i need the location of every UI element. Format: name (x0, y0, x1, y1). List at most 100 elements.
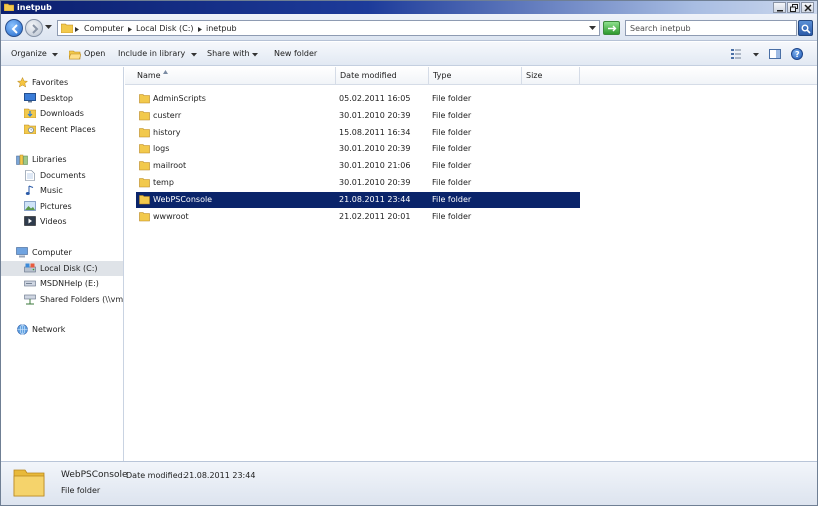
drive-icon (24, 280, 36, 287)
details-date-value: 21.08.2011 23:44 (184, 471, 256, 480)
address-field[interactable]: Computer Local Disk (C:) inetpub (57, 20, 600, 36)
nav-downloads[interactable]: Downloads (1, 106, 123, 121)
nav-network[interactable]: Network (1, 322, 123, 337)
nav-item-label: Music (40, 186, 63, 195)
file-row[interactable]: logs 30.01.2010 20:39 File folder (136, 141, 580, 157)
file-row[interactable]: mailroot 30.01.2010 21:06 File folder (136, 158, 580, 174)
network-icon (17, 324, 28, 335)
videos-icon (24, 216, 36, 226)
search-input[interactable]: Search inetpub (625, 20, 797, 36)
nav-shared-folders[interactable]: Shared Folders (\\vmw (1, 292, 123, 307)
file-row[interactable]: AdminScripts 05.02.2011 16:05 File folde… (136, 91, 580, 107)
share-with-button[interactable]: Share with (207, 47, 250, 61)
file-list[interactable]: Name Date modified Type Size AdminScript… (125, 67, 817, 461)
nav-videos[interactable]: Videos (1, 214, 123, 229)
chevron-down-icon[interactable] (252, 53, 258, 57)
restore-button[interactable] (787, 2, 800, 13)
music-icon (25, 185, 34, 195)
column-header-row: Name Date modified Type Size (125, 67, 817, 85)
forward-button[interactable] (25, 19, 43, 37)
nav-group-label: Network (32, 325, 66, 334)
file-row[interactable]: wwwroot 21.02.2011 20:01 File folder (136, 209, 580, 225)
refresh-button[interactable] (603, 21, 620, 35)
folder-icon (139, 128, 150, 138)
back-button[interactable] (5, 19, 23, 37)
file-name: AdminScripts (153, 94, 206, 103)
file-name: temp (153, 178, 174, 187)
minimize-icon (777, 10, 783, 12)
search-button[interactable] (798, 20, 813, 36)
nav-documents[interactable]: Documents (1, 168, 123, 183)
recent-places-icon (24, 124, 36, 134)
chevron-down-icon[interactable] (589, 26, 596, 31)
chevron-down-icon[interactable] (191, 53, 197, 57)
organize-button[interactable]: Organize (11, 47, 47, 61)
nav-item-label: Recent Places (40, 125, 96, 134)
chevron-right-icon[interactable] (128, 27, 132, 32)
help-button[interactable]: ? (791, 48, 803, 60)
folder-icon (61, 23, 73, 33)
column-header-size[interactable]: Size (522, 67, 580, 85)
explorer-window: inetpub Computer Local Disk (C:) inetpub… (0, 0, 818, 506)
file-type: File folder (432, 212, 472, 221)
chevron-down-icon[interactable] (753, 53, 759, 57)
nav-msdnhelp-drive[interactable]: MSDNHelp (E:) (1, 276, 123, 291)
file-name: mailroot (153, 161, 187, 170)
new-folder-button[interactable]: New folder (274, 47, 317, 61)
documents-icon (25, 170, 35, 181)
nav-recent-places[interactable]: Recent Places (1, 122, 123, 137)
nav-item-label: MSDNHelp (E:) (40, 279, 99, 288)
folder-icon (139, 178, 150, 188)
folder-icon (139, 144, 150, 154)
chevron-right-icon[interactable] (75, 27, 79, 32)
nav-computer[interactable]: Computer (1, 245, 123, 260)
breadcrumb-computer[interactable]: Computer (84, 23, 124, 34)
nav-desktop[interactable]: Desktop (1, 91, 123, 106)
column-header-name[interactable]: Name (125, 67, 336, 85)
chevron-down-icon[interactable] (52, 53, 58, 57)
folder-icon (139, 94, 150, 104)
sort-arrow-icon (163, 70, 168, 74)
file-row[interactable]: temp 30.01.2010 20:39 File folder (136, 175, 580, 191)
chevron-down-icon[interactable] (45, 25, 52, 30)
nav-pictures[interactable]: Pictures (1, 199, 123, 214)
file-name: history (153, 128, 181, 137)
breadcrumb-inetpub[interactable]: inetpub (206, 23, 237, 34)
title-bar[interactable]: inetpub (1, 1, 817, 14)
view-options-icon[interactable] (731, 49, 745, 59)
file-type: File folder (432, 111, 472, 120)
navigation-pane[interactable]: Favorites Desktop Downloads Recent Place… (1, 67, 124, 461)
close-button[interactable] (801, 2, 814, 13)
include-in-library-button[interactable]: Include in library (118, 47, 185, 61)
nav-local-disk[interactable]: Local Disk (C:) (1, 261, 123, 276)
close-icon (804, 4, 812, 12)
file-name: WebPSConsole (153, 195, 213, 204)
folder-icon (139, 212, 150, 222)
file-date: 15.08.2011 16:34 (339, 128, 411, 137)
column-header-type[interactable]: Type (429, 67, 522, 85)
file-name: wwwroot (153, 212, 189, 221)
file-row[interactable]: history 15.08.2011 16:34 File folder (136, 125, 580, 141)
nav-music[interactable]: Music (1, 183, 123, 198)
file-row[interactable]: custerr 30.01.2010 20:39 File folder (136, 108, 580, 124)
open-button[interactable]: Open (84, 47, 105, 61)
open-folder-icon[interactable] (69, 50, 81, 60)
search-placeholder: Search inetpub (630, 24, 691, 33)
column-header-date[interactable]: Date modified (336, 67, 429, 85)
nav-item-label: Desktop (40, 94, 73, 103)
downloads-icon (24, 108, 36, 118)
chevron-right-icon[interactable] (198, 27, 202, 32)
file-date: 30.01.2010 20:39 (339, 178, 411, 187)
nav-item-label: Downloads (40, 109, 84, 118)
preview-pane-icon[interactable] (769, 49, 781, 59)
folder-icon (139, 195, 150, 205)
file-type: File folder (432, 128, 472, 137)
refresh-icon (608, 25, 617, 32)
minimize-button[interactable] (773, 2, 786, 13)
nav-libraries[interactable]: Libraries (1, 152, 123, 167)
nav-favorites[interactable]: Favorites (1, 75, 123, 90)
file-date: 30.01.2010 21:06 (339, 161, 411, 170)
breadcrumb-local-disk[interactable]: Local Disk (C:) (136, 23, 194, 34)
column-header-label: Date modified (340, 71, 397, 80)
file-row-selected[interactable]: WebPSConsole 21.08.2011 23:44 File folde… (136, 192, 580, 208)
